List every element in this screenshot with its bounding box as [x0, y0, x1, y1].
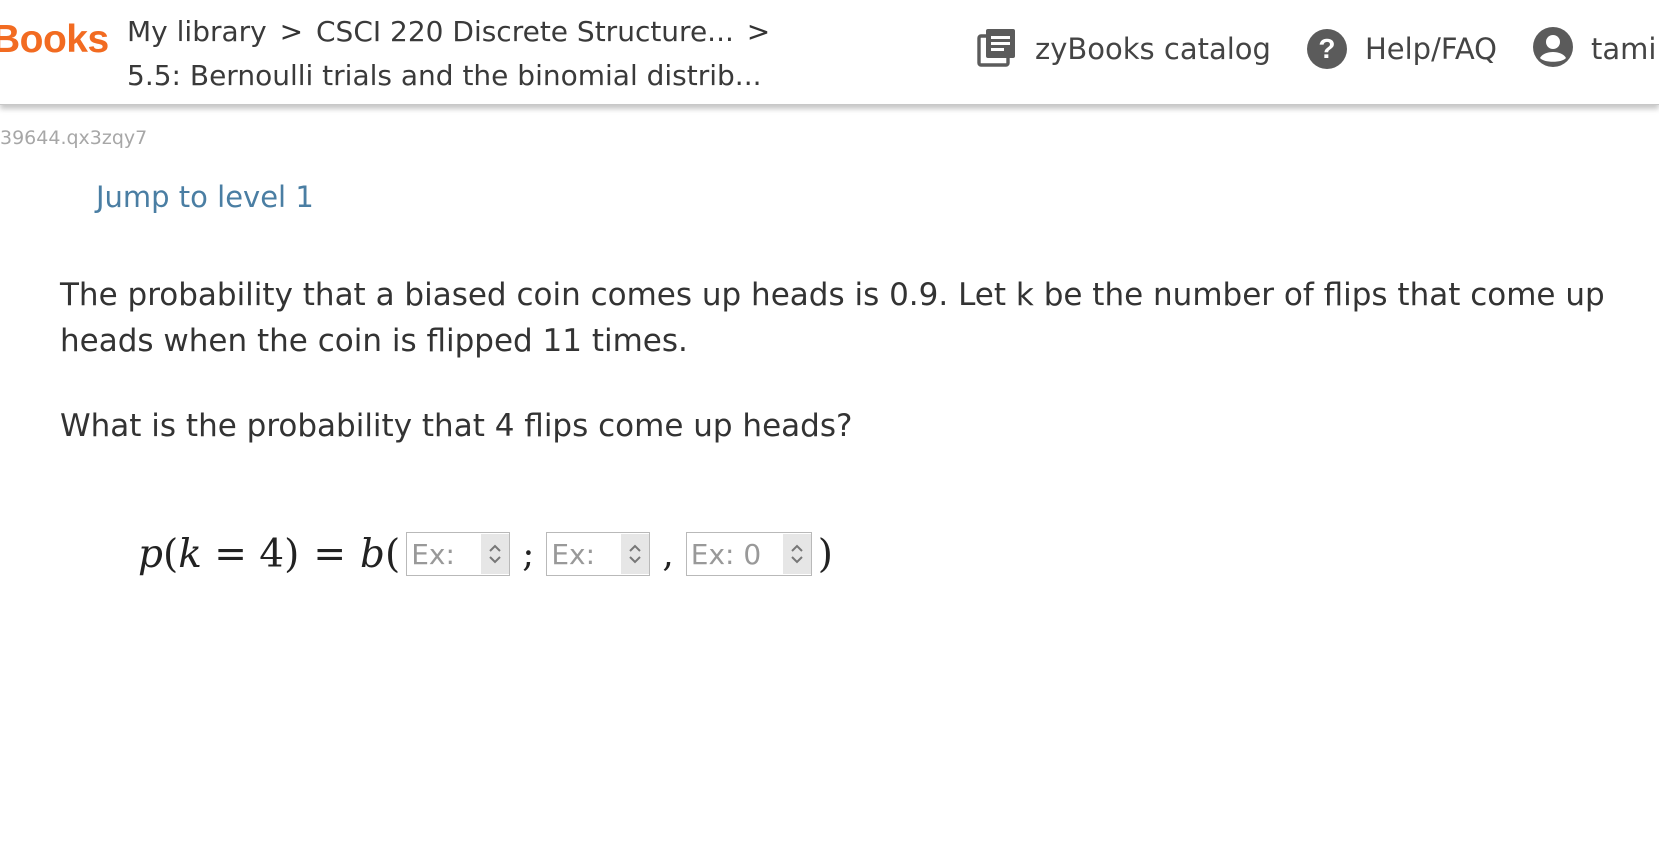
trials-input-field [406, 532, 511, 576]
breadcrumb-course[interactable]: CSCI 220 Discrete Structure... [316, 15, 734, 48]
activity-id: 39644.qx3zqy7 [0, 127, 148, 149]
breadcrumb-section[interactable]: 5.5: Bernoulli trials and the binomial d… [127, 59, 762, 92]
probability-spinner[interactable] [782, 534, 811, 574]
breadcrumb-my-library[interactable]: My library [127, 15, 267, 48]
library-books-icon [977, 27, 1017, 72]
header-nav-links: zyBooks catalog ? Help/FAQ tami [977, 26, 1659, 72]
up-down-chevron-icon [791, 544, 803, 564]
binomial-formula: p(k = 4) = b( ; , ) [138, 524, 833, 584]
breadcrumb-separator: > [279, 15, 304, 48]
top-navigation-bar: Books My library > CSCI 220 Discrete Str… [0, 0, 1659, 105]
formula-lhs-value: = 4) [201, 531, 300, 577]
formula-p: p [138, 531, 163, 577]
probability-input[interactable] [686, 534, 783, 574]
trials-spinner[interactable] [481, 534, 510, 574]
breadcrumb: My library > CSCI 220 Discrete Structure… [127, 10, 774, 98]
formula-close-paren: ) [817, 531, 834, 577]
help-faq-label: Help/FAQ [1364, 32, 1498, 66]
zybooks-logo[interactable]: Books [0, 18, 109, 62]
up-down-chevron-icon [629, 544, 642, 564]
formula-b-open-paren: ( [384, 531, 401, 577]
problem-question: What is the probability that 4 flips com… [60, 408, 853, 444]
help-icon: ? [1306, 29, 1347, 69]
zybooks-catalog-label: zyBooks catalog [1035, 32, 1271, 66]
formula-open-paren: ( [162, 531, 179, 577]
zybooks-catalog-link[interactable]: zyBooks catalog [977, 27, 1271, 72]
help-faq-link[interactable]: ? Help/FAQ [1306, 29, 1498, 69]
account-circle-icon [1533, 26, 1574, 72]
user-account-menu[interactable]: tami [1533, 26, 1657, 72]
breadcrumb-separator: > [746, 15, 771, 48]
successes-input-field [546, 532, 651, 576]
jump-to-level-link[interactable]: Jump to level 1 [96, 180, 314, 214]
probability-input-field [685, 532, 812, 576]
trials-input[interactable] [407, 534, 482, 574]
formula-equals: = [313, 531, 347, 577]
formula-comma: , [662, 533, 674, 575]
formula-b: b [360, 531, 385, 577]
formula-k: k [178, 531, 202, 577]
user-name: tami [1591, 32, 1657, 66]
successes-spinner[interactable] [621, 534, 650, 574]
successes-input[interactable] [547, 534, 622, 574]
formula-semicolon: ; [522, 533, 535, 575]
problem-prompt: The probability that a biased coin comes… [60, 277, 1605, 359]
up-down-chevron-icon [489, 544, 501, 564]
